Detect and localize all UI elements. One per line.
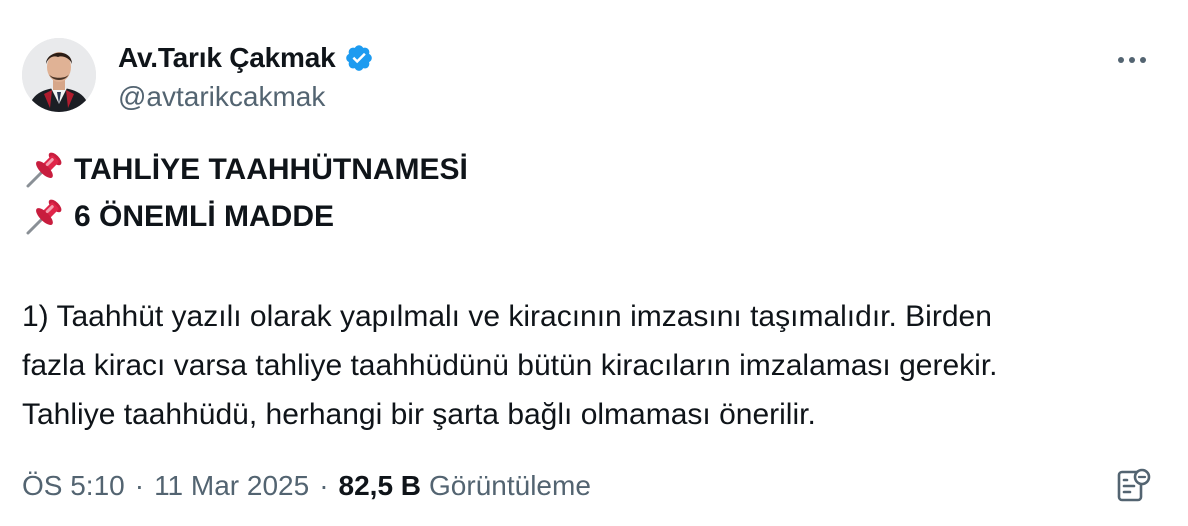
pushpin-icon — [22, 150, 66, 190]
tweet-card: Av.Tarık Çakmak @avtarikcakmak TAHLİYE T… — [0, 0, 1188, 526]
tweet-body-line: fazla kiracı varsa tahliye taahhüdünü bü… — [22, 349, 998, 382]
author-name-row: Av.Tarık Çakmak — [118, 40, 374, 76]
headline-text: 6 ÖNEMLİ MADDE — [74, 200, 335, 233]
meta-separator: · — [134, 470, 145, 501]
tweet-time[interactable]: ÖS 5:10 — [22, 468, 125, 504]
tweet-meta: ÖS 5:10 · 11 Mar 2025 · 82,5 B Görüntüle… — [22, 468, 591, 504]
tweet-body-line: 1) Taahhüt yazılı olarak yapılmalı ve ki… — [22, 300, 992, 333]
avatar[interactable] — [22, 38, 96, 112]
headline-text: TAHLİYE TAAHHÜTNAMESİ — [74, 153, 468, 186]
meta-separator: · — [319, 470, 329, 501]
views-label: Görüntüleme — [429, 470, 591, 501]
more-options-button[interactable] — [1110, 44, 1154, 76]
more-dot-icon — [1118, 57, 1124, 63]
tweet-headline-2: 6 ÖNEMLİ MADDE — [22, 197, 334, 237]
tweet-body-line: Tahliye taahhüdü, herhangi bir şarta bağ… — [22, 398, 816, 431]
more-dot-icon — [1140, 57, 1146, 63]
tweet-headline-1: TAHLİYE TAAHHÜTNAMESİ — [22, 150, 468, 190]
verified-badge-icon[interactable] — [344, 43, 374, 73]
tweet-date[interactable]: 11 Mar 2025 — [154, 468, 309, 504]
author-display-name[interactable]: Av.Tarık Çakmak — [118, 40, 336, 76]
pushpin-icon — [22, 197, 66, 237]
view-analytics-icon[interactable] — [1112, 466, 1156, 506]
more-dot-icon — [1129, 57, 1135, 63]
views-count: 82,5 B — [338, 470, 422, 501]
tweet-body: 1) Taahhüt yazılı olarak yapılmalı ve ki… — [22, 292, 1172, 439]
author-handle[interactable]: @avtarikcakmak — [118, 80, 325, 114]
